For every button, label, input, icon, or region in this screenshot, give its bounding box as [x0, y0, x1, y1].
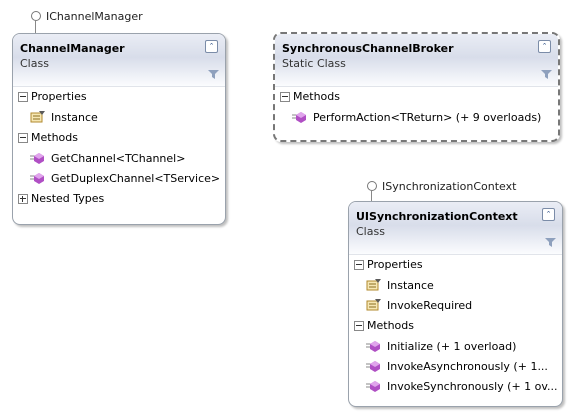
interface-label: IChannelManager — [46, 10, 143, 23]
class-stereotype: Class — [356, 225, 385, 238]
property-icon — [366, 299, 381, 311]
class-header: UISynchronizationContext Class ⌃ — [349, 202, 562, 255]
member-label: InvokeRequired — [387, 299, 473, 312]
method-icon — [30, 153, 44, 164]
filter-icon — [545, 238, 556, 247]
interface-circle-icon — [31, 11, 41, 21]
class-name: SynchronousChannelBroker — [282, 42, 454, 55]
property-icon — [30, 111, 45, 123]
class-name: UISynchronizationContext — [356, 210, 518, 223]
class-synchronouschannelbroker[interactable]: SynchronousChannelBroker Static Class ⌃ … — [273, 32, 560, 142]
section-methods[interactable]: Methods — [275, 87, 558, 108]
collapse-toggle-icon[interactable] — [354, 260, 364, 270]
member-label: Instance — [387, 279, 434, 292]
collapse-toggle-icon[interactable] — [18, 92, 28, 102]
filter-icon — [541, 70, 552, 79]
class-stereotype: Static Class — [282, 57, 346, 70]
member-property[interactable]: InvokeRequired — [349, 296, 562, 316]
method-icon — [366, 361, 380, 372]
member-label: InvokeSynchronously (+ 1 ov... — [387, 380, 558, 393]
collapse-icon[interactable]: ⌃ — [205, 40, 218, 53]
member-label: GetDuplexChannel<TService> — [51, 172, 221, 185]
member-label: InvokeAsynchronously (+ 1... — [387, 360, 548, 373]
method-icon — [366, 341, 380, 352]
collapse-icon[interactable]: ⌃ — [538, 40, 551, 53]
method-icon — [366, 381, 380, 392]
section-label: Methods — [31, 131, 78, 144]
section-label: Nested Types — [31, 192, 105, 205]
section-properties[interactable]: Properties — [13, 87, 225, 108]
member-label: Initialize (+ 1 overload) — [387, 340, 517, 353]
filter-icon — [208, 70, 219, 79]
member-method[interactable]: PerformAction<TReturn> (+ 9 overloads) — [275, 108, 558, 128]
collapse-toggle-icon[interactable] — [354, 321, 364, 331]
class-name: ChannelManager — [20, 42, 125, 55]
section-methods[interactable]: Methods — [13, 128, 225, 149]
property-icon — [366, 279, 381, 291]
class-header: SynchronousChannelBroker Static Class ⌃ — [275, 34, 558, 87]
section-methods[interactable]: Methods — [349, 316, 562, 337]
expand-toggle-icon[interactable] — [18, 194, 28, 204]
section-label: Properties — [367, 258, 423, 271]
member-method[interactable]: InvokeSynchronously (+ 1 ov... — [349, 377, 562, 397]
collapse-toggle-icon[interactable] — [280, 92, 290, 102]
collapse-toggle-icon[interactable] — [18, 133, 28, 143]
section-label: Methods — [367, 319, 414, 332]
member-label: PerformAction<TReturn> (+ 9 overloads) — [313, 111, 542, 124]
member-label: Instance — [51, 111, 98, 124]
class-header: ChannelManager Class ⌃ — [13, 34, 225, 87]
class-stereotype: Class — [20, 57, 49, 70]
method-icon — [30, 173, 44, 184]
member-method[interactable]: GetChannel<TChannel> — [13, 149, 225, 169]
section-nested-types[interactable]: Nested Types — [13, 189, 225, 210]
class-uisynchronizationcontext[interactable]: UISynchronizationContext Class ⌃ Propert… — [348, 201, 563, 407]
member-property[interactable]: Instance — [349, 276, 562, 296]
method-icon — [292, 112, 306, 123]
member-property[interactable]: Instance — [13, 108, 225, 128]
interface-circle-icon — [367, 181, 377, 191]
collapse-icon[interactable]: ⌃ — [542, 208, 555, 221]
section-label: Methods — [293, 90, 340, 103]
member-method[interactable]: InvokeAsynchronously (+ 1... — [349, 357, 562, 377]
class-channelmanager[interactable]: ChannelManager Class ⌃ Properties Instan… — [12, 33, 226, 225]
interface-label: ISynchronizationContext — [382, 180, 517, 193]
member-method[interactable]: GetDuplexChannel<TService> — [13, 169, 225, 189]
section-label: Properties — [31, 90, 87, 103]
section-properties[interactable]: Properties — [349, 255, 562, 276]
member-label: GetChannel<TChannel> — [51, 152, 186, 165]
member-method[interactable]: Initialize (+ 1 overload) — [349, 337, 562, 357]
